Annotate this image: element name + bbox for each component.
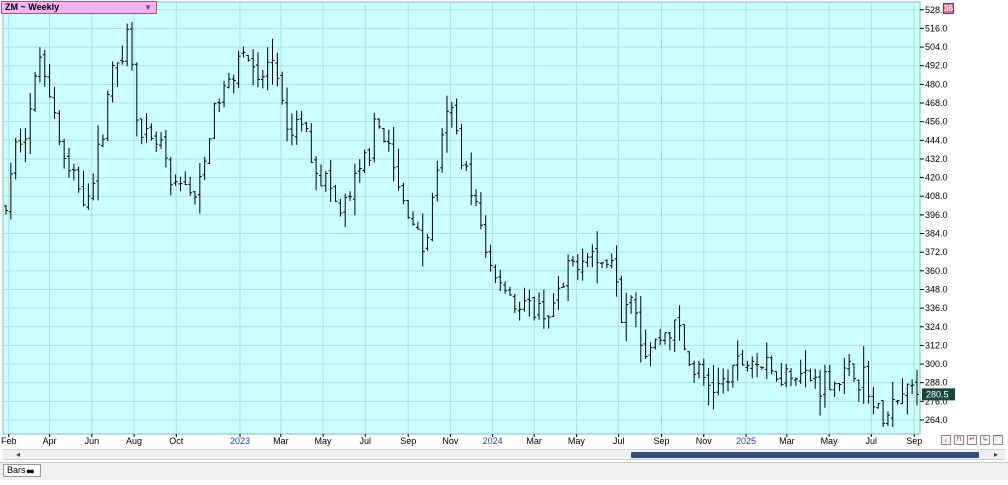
y-tick-label: 516.0 xyxy=(925,23,948,33)
x-month-label: Sep xyxy=(906,436,922,446)
scrollbar-thumb[interactable] xyxy=(631,452,979,458)
first-page-icon[interactable]: ⌞ xyxy=(941,435,951,445)
x-year-label: 2025 xyxy=(736,436,756,446)
x-month-label: Apr xyxy=(43,436,57,446)
y-tick-label: 324.0 xyxy=(925,322,948,332)
x-month-label: Nov xyxy=(442,436,459,446)
x-month-label: Oct xyxy=(169,436,184,446)
x-month-label: Nov xyxy=(696,436,713,446)
scroll-left-arrow-icon[interactable]: ◂ xyxy=(16,450,20,459)
y-tick-label: 312.0 xyxy=(925,340,948,350)
symbol-selector[interactable]: ZM ~ Weekly ▼ xyxy=(1,1,157,14)
y-tick-label: 468.0 xyxy=(925,98,948,108)
price-chart[interactable]: 528.0516.0504.0492.0480.0468.0456.0444.0… xyxy=(0,0,1008,480)
x-year-label: 2024 xyxy=(483,436,503,446)
x-month-label: Feb xyxy=(1,436,17,446)
symbol-label: ZM ~ Weekly xyxy=(5,2,60,12)
y-tick-label: 264.0 xyxy=(925,415,948,425)
y-tick-label: 408.0 xyxy=(925,191,948,201)
x-month-label: Sep xyxy=(400,436,416,446)
study-tab[interactable]: Bars xyxy=(3,464,41,477)
y-tick-label: 504.0 xyxy=(925,42,948,52)
x-month-label: May xyxy=(568,436,586,446)
y-tick-label: 336.0 xyxy=(925,303,948,313)
y-tick-label: 360.0 xyxy=(925,266,948,276)
x-month-label: May xyxy=(315,436,333,446)
y-tick-label: 456.0 xyxy=(925,117,948,127)
badge-icon[interactable]: 36 xyxy=(943,3,954,14)
y-tick-label: 480.0 xyxy=(925,79,948,89)
page-down-icon[interactable]: ⊓ xyxy=(954,435,964,445)
x-month-label: Sep xyxy=(654,436,670,446)
chart-area[interactable]: 528.0 516.0 504.0 492.0 480.0 468.0 456.0 444.0… xyxy=(0,0,1008,480)
y-tick-label: 420.0 xyxy=(925,173,948,183)
scroll-right-arrow-icon[interactable]: ▸ xyxy=(994,450,998,459)
last-price-marker: 280.5 xyxy=(922,388,955,401)
study-tab-label: Bars xyxy=(7,465,26,475)
x-month-label: Jun xyxy=(85,436,100,446)
x-month-label: Jul xyxy=(613,436,625,446)
x-month-label: Jul xyxy=(866,436,878,446)
y-tick-label: 492.0 xyxy=(925,61,948,71)
x-month-label: Aug xyxy=(126,436,142,446)
x-month-label: Mar xyxy=(273,436,289,446)
scroll-right-icon[interactable]: ↳ xyxy=(980,435,990,445)
x-month-label: Jul xyxy=(360,436,372,446)
zoom-icon[interactable]: ⌒ xyxy=(993,435,1003,445)
y-tick-label: 396.0 xyxy=(925,210,948,220)
y-tick-label: 288.0 xyxy=(925,378,948,388)
price-axis[interactable]: 528.0516.0504.0492.0480.0468.0456.0444.0… xyxy=(920,5,948,425)
y-tick-label: 372.0 xyxy=(925,247,948,257)
x-month-label: Mar xyxy=(779,436,795,446)
x-month-label: Mar xyxy=(526,436,542,446)
y-tick-label: 348.0 xyxy=(925,284,948,294)
x-month-label: May xyxy=(821,436,839,446)
last-price-label: 280.5 xyxy=(926,389,949,399)
y-tick-label: 300.0 xyxy=(925,359,948,369)
plot-area[interactable] xyxy=(2,1,921,435)
dropdown-arrow-icon: ▼ xyxy=(144,3,152,12)
status-bar xyxy=(0,462,1008,480)
x-year-label: 2023 xyxy=(230,436,250,446)
y-tick-label: 444.0 xyxy=(925,135,948,145)
y-tick-label: 432.0 xyxy=(925,154,948,164)
link-dots-icon[interactable]: ●● xyxy=(26,467,35,476)
scroll-left-icon[interactable]: ↵ xyxy=(967,435,977,445)
y-tick-label: 384.0 xyxy=(925,229,948,239)
